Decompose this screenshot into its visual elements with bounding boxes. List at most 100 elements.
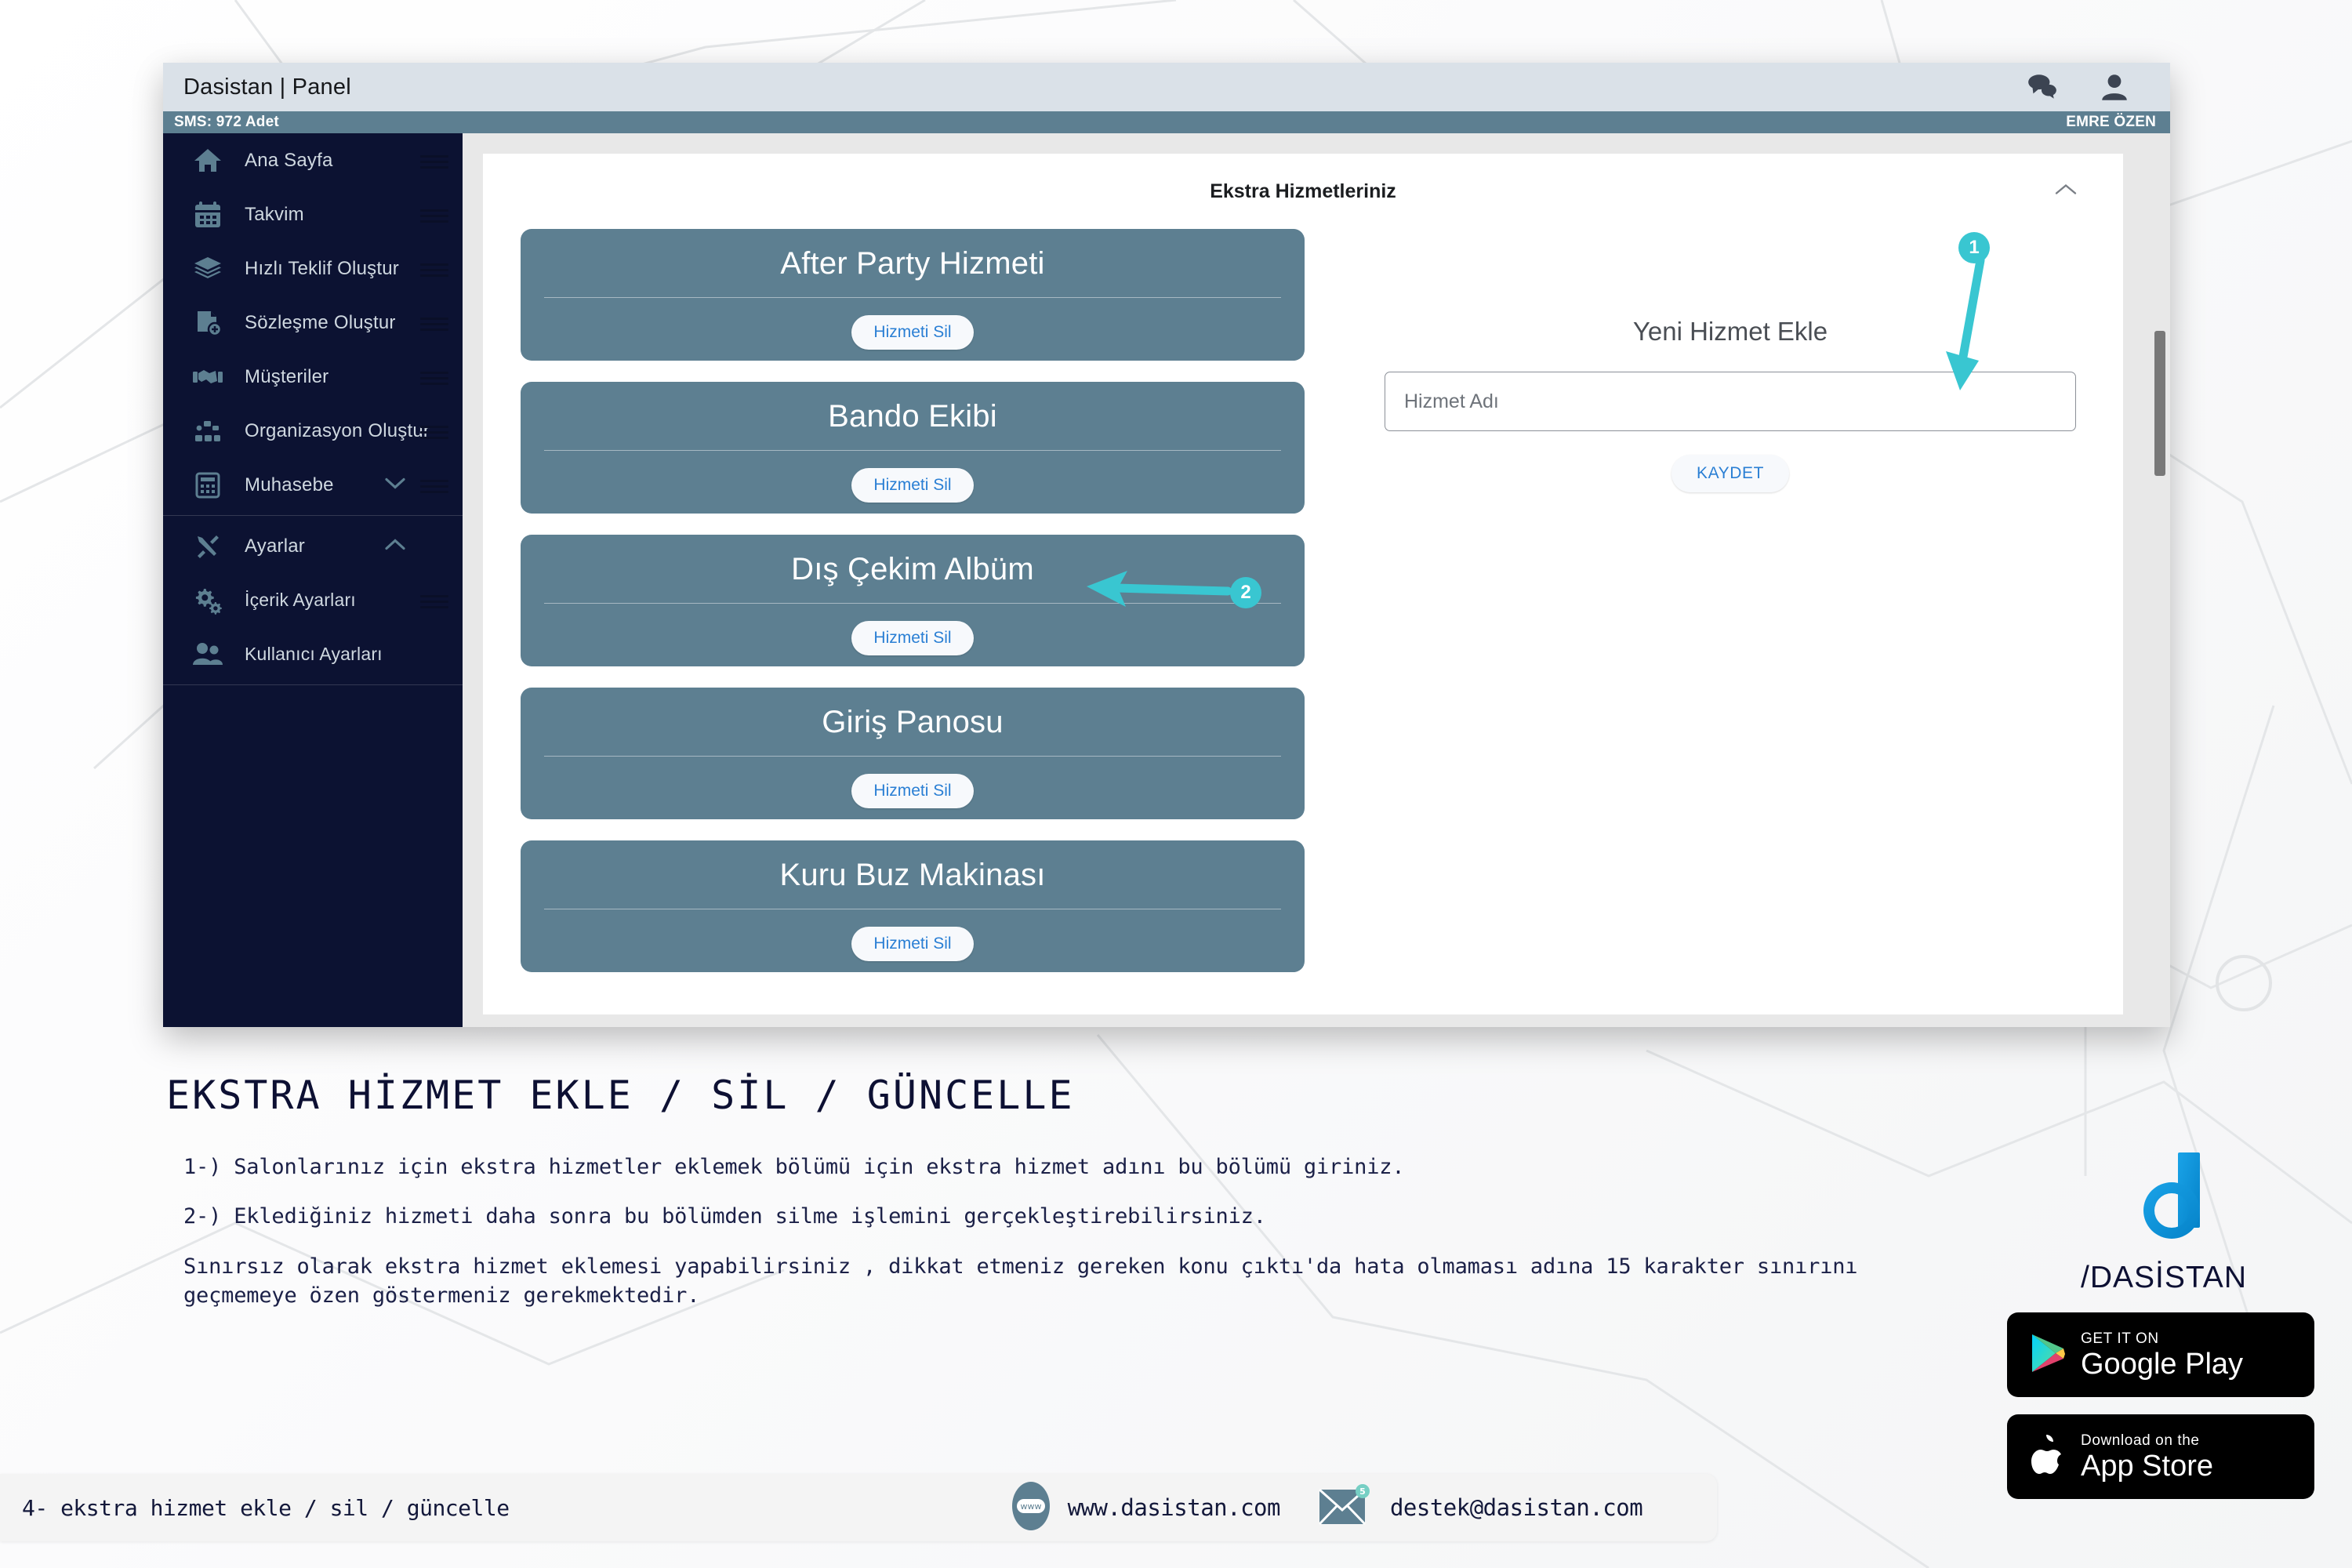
card-divider <box>544 756 1281 757</box>
menu-dots-icon <box>420 425 448 439</box>
explanation-heading: EKSTRA HİZMET EKLE / SİL / GÜNCELLE <box>166 1073 1075 1118</box>
badge-small-label: GET IT ON <box>2081 1330 2159 1347</box>
service-name: Bando Ekibi <box>828 399 997 434</box>
sidebar-item-icerik-ayarlari[interactable]: İçerik Ayarları <box>163 573 463 627</box>
sidebar-item-muhasebe[interactable]: Muhasebe <box>163 458 463 512</box>
handshake-icon <box>191 361 224 394</box>
google-play-badge-text: GET IT ON Google Play <box>2081 1331 2243 1379</box>
sidebar-divider <box>163 515 463 516</box>
menu-dots-icon <box>420 317 448 331</box>
chevron-up-icon[interactable] <box>2054 183 2078 201</box>
annotation-badge-2: 2 <box>1230 577 1261 608</box>
kaydet-button[interactable]: KAYDET <box>1671 455 1790 492</box>
sidebar-item-label: Hızlı Teklif Oluştur <box>245 257 399 279</box>
brand-column: /DASİSTAN GET IT ON Google Play Download… <box>2007 1152 2321 1499</box>
www-icon: www <box>1011 1481 1051 1535</box>
hizmeti-sil-button[interactable]: Hizmeti Sil <box>851 927 974 961</box>
card-divider <box>544 450 1281 451</box>
svg-text:5: 5 <box>1359 1486 1366 1497</box>
sidebar-item-takvim[interactable]: Takvim <box>163 187 463 241</box>
users-icon <box>191 638 224 671</box>
sidebar-item-label: Kullanıcı Ayarları <box>245 644 383 664</box>
calculator-icon <box>191 469 224 502</box>
document-add-icon <box>191 307 224 339</box>
card-divider <box>544 297 1281 298</box>
window-titlebar: Dasistan | Panel <box>163 63 2170 111</box>
service-name: Kuru Buz Makinası <box>779 858 1046 892</box>
sidebar-item-label: Takvim <box>245 203 304 225</box>
annotation-arrow-2 <box>1087 571 1232 607</box>
service-card: Giriş Panosu Hizmeti Sil <box>521 688 1305 819</box>
service-name: Giriş Panosu <box>822 705 1004 739</box>
sidebar: Ana Sayfa Takvim Hızlı Teklif Oluştur Sö… <box>163 133 463 1027</box>
explanation-paragraph: 2-) Eklediğiniz hizmeti daha sonra bu bö… <box>183 1204 1266 1229</box>
menu-dots-icon <box>420 594 448 608</box>
home-icon <box>191 144 224 177</box>
scrollbar-thumb[interactable] <box>2154 331 2165 476</box>
explanation-paragraph: 1-) Salonlarınız için ekstra hizmetler e… <box>183 1155 1405 1179</box>
dasistan-d-logo-icon <box>2007 1152 2321 1256</box>
apple-icon <box>2029 1433 2067 1481</box>
sidebar-divider-bottom <box>163 684 463 685</box>
google-play-icon <box>2029 1333 2067 1377</box>
hizmeti-sil-button[interactable]: Hizmeti Sil <box>851 468 974 503</box>
tools-icon <box>191 530 224 563</box>
layers-icon <box>191 252 224 285</box>
annotation-arrow-1 <box>1946 256 1985 390</box>
calendar-icon <box>191 198 224 231</box>
sms-count: SMS: 972 Adet <box>174 114 279 130</box>
sidebar-item-label: Organizasyon Oluştur <box>245 419 430 441</box>
footer-bar: 4- ekstra hizmet ekle / sil / güncelle w… <box>0 1474 1717 1541</box>
chevron-down-icon[interactable] <box>384 476 406 494</box>
footer-website-text[interactable]: www.dasistan.com <box>1068 1494 1281 1521</box>
footer-email-group[interactable]: 5 destek@dasistan.com <box>1316 1483 1643 1533</box>
brand-name: /DASİSTAN <box>2081 1261 2247 1294</box>
menu-dots-icon <box>420 209 448 223</box>
sidebar-item-hizli-teklif-olustur[interactable]: Hızlı Teklif Oluştur <box>163 241 463 296</box>
app-store-badge[interactable]: Download on the App Store <box>2007 1414 2314 1499</box>
chat-icon[interactable] <box>2026 71 2059 103</box>
sidebar-item-sozlesme-olustur[interactable]: Sözleşme Oluştur <box>163 296 463 350</box>
sidebar-item-kullanici-ayarlari[interactable]: Kullanıcı Ayarları <box>163 627 463 681</box>
footer-website-group[interactable]: www www.dasistan.com <box>1011 1481 1280 1535</box>
sidebar-item-label: Muhasebe <box>245 474 334 495</box>
sidebar-item-organizasyon-olustur[interactable]: Organizasyon Oluştur <box>163 404 463 458</box>
user-icon[interactable] <box>2098 71 2131 103</box>
hizmeti-sil-button[interactable]: Hizmeti Sil <box>851 315 974 350</box>
titlebar-icon-group <box>2026 71 2150 103</box>
service-card: Bando Ekibi Hizmeti Sil <box>521 382 1305 514</box>
current-user-name: EMRE ÖZEN <box>2066 114 2156 130</box>
footer-email-text[interactable]: destek@dasistan.com <box>1390 1494 1643 1521</box>
chevron-up-icon[interactable] <box>384 537 406 555</box>
badge-small-label: Download on the <box>2081 1432 2200 1449</box>
footer-slide-label: 4- ekstra hizmet ekle / sil / güncelle <box>22 1494 510 1521</box>
google-play-badge[interactable]: GET IT ON Google Play <box>2007 1312 2314 1397</box>
service-name: After Party Hizmeti <box>780 246 1045 281</box>
sidebar-item-musteriler[interactable]: Müşteriler <box>163 350 463 404</box>
menu-dots-icon <box>420 479 448 493</box>
sidebar-item-label: Ayarlar <box>245 535 305 557</box>
panel-columns: After Party Hizmeti Hizmeti Sil Bando Ek… <box>483 229 2123 993</box>
sidebar-item-ana-sayfa[interactable]: Ana Sayfa <box>163 133 463 187</box>
svg-text:www: www <box>1020 1501 1041 1512</box>
app-window: Dasistan | Panel SMS: 972 Adet EMRE ÖZEN <box>163 63 2170 1027</box>
window-title: Dasistan | Panel <box>183 74 351 100</box>
explanation-block: EKSTRA HİZMET EKLE / SİL / GÜNCELLE 1-) … <box>166 1073 1930 1310</box>
vertical-scrollbar[interactable] <box>2150 154 2170 1014</box>
menu-dots-icon <box>420 263 448 277</box>
sidebar-item-ayarlar[interactable]: Ayarlar <box>163 519 463 573</box>
hizmeti-sil-button[interactable]: Hizmeti Sil <box>851 621 974 655</box>
annotation-badge-1: 1 <box>1958 232 1990 263</box>
hizmeti-sil-button[interactable]: Hizmeti Sil <box>851 774 974 808</box>
app-store-badge-text: Download on the App Store <box>2081 1433 2213 1481</box>
menu-dots-icon <box>420 154 448 169</box>
explanation-paragraph: Sınırsız olarak ekstra hizmet eklemesi y… <box>183 1254 1858 1308</box>
status-subbar: SMS: 972 Adet EMRE ÖZEN <box>163 111 2170 133</box>
service-card: Kuru Buz Makinası Hizmeti Sil <box>521 840 1305 972</box>
extra-services-panel: Ekstra Hizmetleriniz After Party Hizmeti… <box>483 154 2123 1014</box>
sidebar-item-label: Müşteriler <box>245 365 329 387</box>
sitemap-icon <box>191 415 224 448</box>
sidebar-item-label: İçerik Ayarları <box>245 590 356 610</box>
page-title: Ekstra Hizmetleriniz <box>1210 180 1396 202</box>
badge-big-label: Google Play <box>2081 1347 2244 1381</box>
